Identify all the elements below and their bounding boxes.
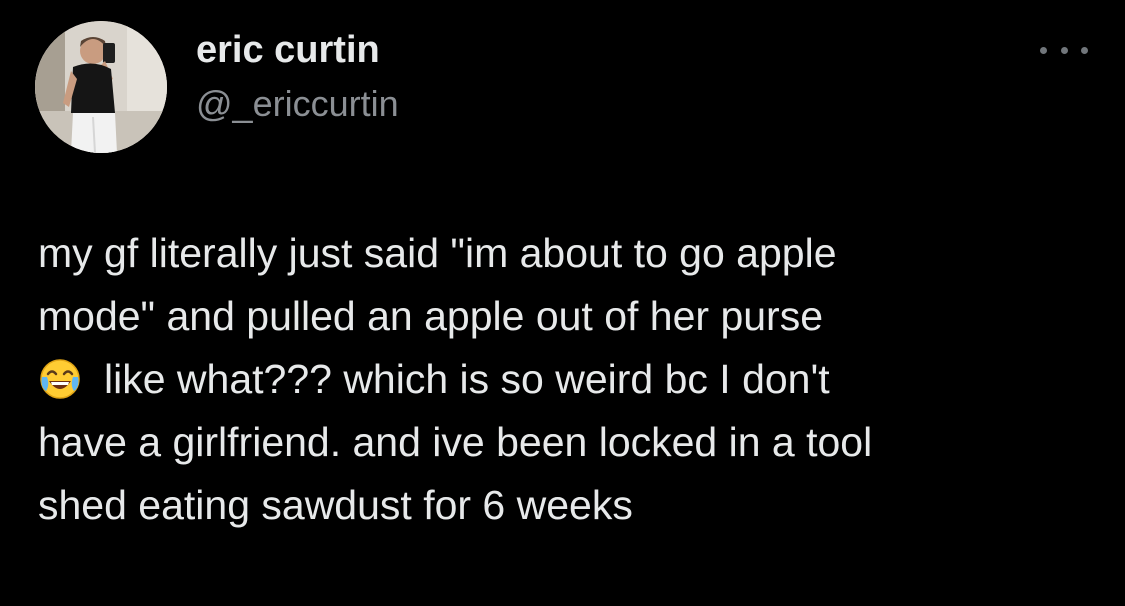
author-display-name[interactable]: eric curtin [196,28,380,72]
tweet-text-line: have a girlfriend. and ive been locked i… [38,419,873,465]
tweet-text-line: shed eating sawdust for 6 weeks [38,482,633,528]
avatar-photo [35,21,167,153]
tweet-text: my gf literally just said "im about to g… [38,222,1088,537]
tweet-text-line: like what??? which is so weird bc I don'… [104,356,830,402]
tears-of-joy-emoji [38,356,82,400]
tweet-text-line: mode" and pulled an apple out of her pur… [38,293,824,339]
avatar[interactable] [35,21,167,153]
more-options-icon[interactable] [1040,40,1088,60]
dot [1040,46,1047,54]
tweet: eric curtin @_ericcurtin my gf literally… [0,0,1125,606]
dot [1081,46,1088,54]
author-handle[interactable]: @_ericcurtin [196,82,399,126]
dot [1060,46,1068,54]
tweet-text-line-with-emoji: like what??? which is so weird bc I don'… [38,348,1088,411]
tweet-text-line: my gf literally just said "im about to g… [38,230,837,276]
